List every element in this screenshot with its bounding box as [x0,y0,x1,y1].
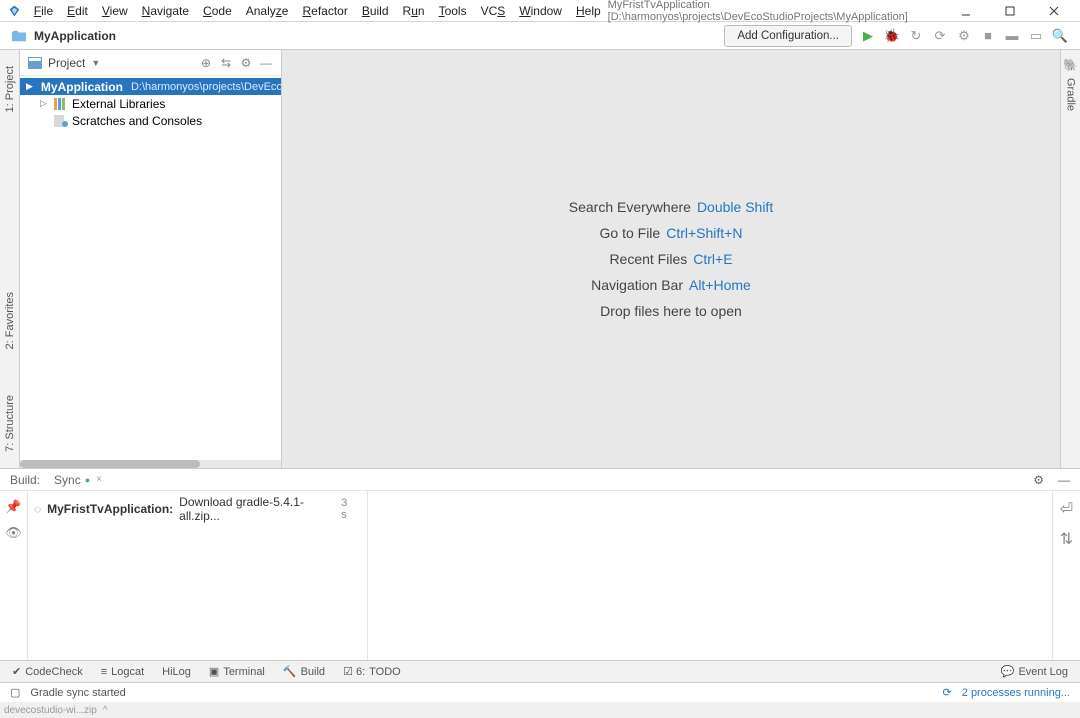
hint-row: Recent FilesCtrl+E [609,251,732,267]
build-right-tools: ⏎ ⇅ [1052,491,1080,660]
gradle-elephant-icon: 🐘 [1063,58,1078,72]
project-panel: Project ▼ ⊕ ⇆ ⚙ — ▶ MyApplication D:\har… [20,50,282,468]
left-tab-structure[interactable]: 7: Structure [2,389,18,458]
tab-todo[interactable]: ☑ 6: TODO [343,665,401,678]
breadcrumb[interactable]: MyApplication [34,29,116,43]
tree-h-scrollbar[interactable] [20,460,281,468]
menu-tools[interactable]: Tools [432,2,474,20]
build-task-row[interactable]: ◌ MyFristTvApplication: Download gradle-… [34,495,361,523]
tree-root[interactable]: ▶ MyApplication D:\harmonyos\projects\De… [20,78,281,95]
menu-window[interactable]: Window [512,2,569,20]
right-tab-gradle[interactable]: Gradle [1063,72,1079,117]
tab-logcat[interactable]: ≡ Logcat [101,666,144,678]
hint-row: Navigation BarAlt+Home [591,277,751,293]
tab-hilog[interactable]: HiLog [162,666,191,678]
hint-row: Go to FileCtrl+Shift+N [600,225,743,241]
add-configuration-button[interactable]: Add Configuration... [724,25,852,47]
project-tree[interactable]: ▶ MyApplication D:\harmonyos\projects\De… [20,76,281,460]
run-icon[interactable]: ▶ [860,28,876,44]
library-icon [54,98,68,110]
build-settings-icon[interactable]: ⚙ [1033,473,1044,487]
status-window-icon[interactable]: ▢ [10,686,20,699]
tab-codecheck[interactable]: ✔ CodeCheck [12,665,83,678]
tab-terminal[interactable]: ▣ Terminal [209,665,265,678]
build-tool-strip: 📌 👁 [0,491,28,660]
menu-analyze[interactable]: Analyze [239,2,296,20]
hide-icon[interactable]: — [259,56,273,70]
locate-icon[interactable]: ⊕ [199,56,213,70]
project-view-icon [28,57,42,69]
build-tab-sync[interactable]: Sync● × [54,473,102,487]
tab-build[interactable]: 🔨 Build [283,665,325,678]
project-view-label[interactable]: Project [48,56,85,70]
scratches-icon [54,115,68,127]
tab-event-log[interactable]: 💬 Event Log [1001,665,1068,678]
left-gutter: 1: Project 2: Favorites 7: Structure [0,50,20,468]
sdk-icon[interactable]: ▭ [1028,28,1044,44]
bottom-tool-tabs: ✔ CodeCheck ≡ Logcat HiLog ▣ Terminal 🔨 … [0,660,1080,682]
menu-file[interactable]: File [27,2,60,20]
coverage-icon[interactable]: ↻ [908,28,924,44]
window-title-path: MyFristTvApplication [D:\harmonyos\proje… [608,0,944,23]
settings-icon[interactable]: ⚙ [239,56,253,70]
menu-build[interactable]: Build [355,2,396,20]
menu-edit[interactable]: Edit [60,2,95,20]
filter-icon[interactable]: 👁 [5,525,22,541]
profile-icon[interactable]: ⟳ [932,28,948,44]
menu-refactor[interactable]: Refactor [295,2,354,20]
soft-wrap-icon[interactable]: ⏎ [1060,499,1073,519]
main-area: 1: Project 2: Favorites 7: Structure Pro… [0,50,1080,468]
menu-code[interactable]: Code [196,2,239,20]
close-icon[interactable]: × [96,474,102,485]
build-task-time: 3 s [341,497,361,521]
build-label: Build: [10,473,40,487]
build-task-list[interactable]: ◌ MyFristTvApplication: Download gradle-… [28,491,368,660]
debug-icon[interactable]: 🐞 [884,28,900,44]
menu-vcs[interactable]: VCS [474,2,513,20]
build-output[interactable] [368,491,1052,660]
avd-icon[interactable]: ▬ [1004,28,1020,44]
menu-run[interactable]: Run [396,2,432,20]
menubar: File Edit View Navigate Code Analyze Ref… [0,0,1080,22]
folder-icon [12,29,26,43]
processes-link[interactable]: 2 processes running... [962,687,1070,699]
spinner-icon: ⟳ [943,686,952,699]
truncated-bar: devecostudio-wi...zip^ [0,702,1080,718]
pin-icon[interactable]: 📌 [5,499,21,515]
left-tab-project[interactable]: 1: Project [2,60,18,118]
root-path: D:\harmonyos\projects\DevEcoStudioProjec… [131,81,281,93]
build-panel: Build: Sync● × ⚙ — 📌 👁 ◌ MyFristTvApplic… [0,468,1080,660]
collapse-icon[interactable]: ⇆ [219,56,233,70]
menu-navigate[interactable]: Navigate [135,2,196,20]
build-hide-icon[interactable]: — [1058,473,1070,487]
right-gutter: 🐘 Gradle [1060,50,1080,468]
menu-view[interactable]: View [95,2,135,20]
status-bar: ▢ Gradle sync started ⟳ 2 processes runn… [0,682,1080,702]
editor-empty-state: Search EverywhereDouble Shift Go to File… [282,50,1060,468]
search-icon[interactable]: 🔍 [1052,28,1068,44]
menu-help[interactable]: Help [569,2,608,20]
toolbar: MyApplication Add Configuration... ▶ 🐞 ↻… [0,22,1080,50]
scroll-icon[interactable]: ⇅ [1060,529,1073,549]
left-tab-favorites[interactable]: 2: Favorites [2,286,18,355]
status-message: Gradle sync started [30,687,125,699]
window-minimize-button[interactable] [944,1,988,21]
tree-scratches[interactable]: Scratches and Consoles [20,112,281,129]
hint-row: Search EverywhereDouble Shift [569,199,773,215]
window-maximize-button[interactable] [988,1,1032,21]
stop-icon[interactable]: ■ [980,28,996,44]
attach-icon[interactable]: ⚙ [956,28,972,44]
hint-row: Drop files here to open [600,303,742,319]
app-logo-icon [8,3,21,19]
window-close-button[interactable] [1032,1,1076,21]
tree-external-libraries[interactable]: ▷ External Libraries [20,95,281,112]
dropdown-icon[interactable]: ▼ [91,58,100,68]
spinner-icon: ◌ [34,502,41,516]
